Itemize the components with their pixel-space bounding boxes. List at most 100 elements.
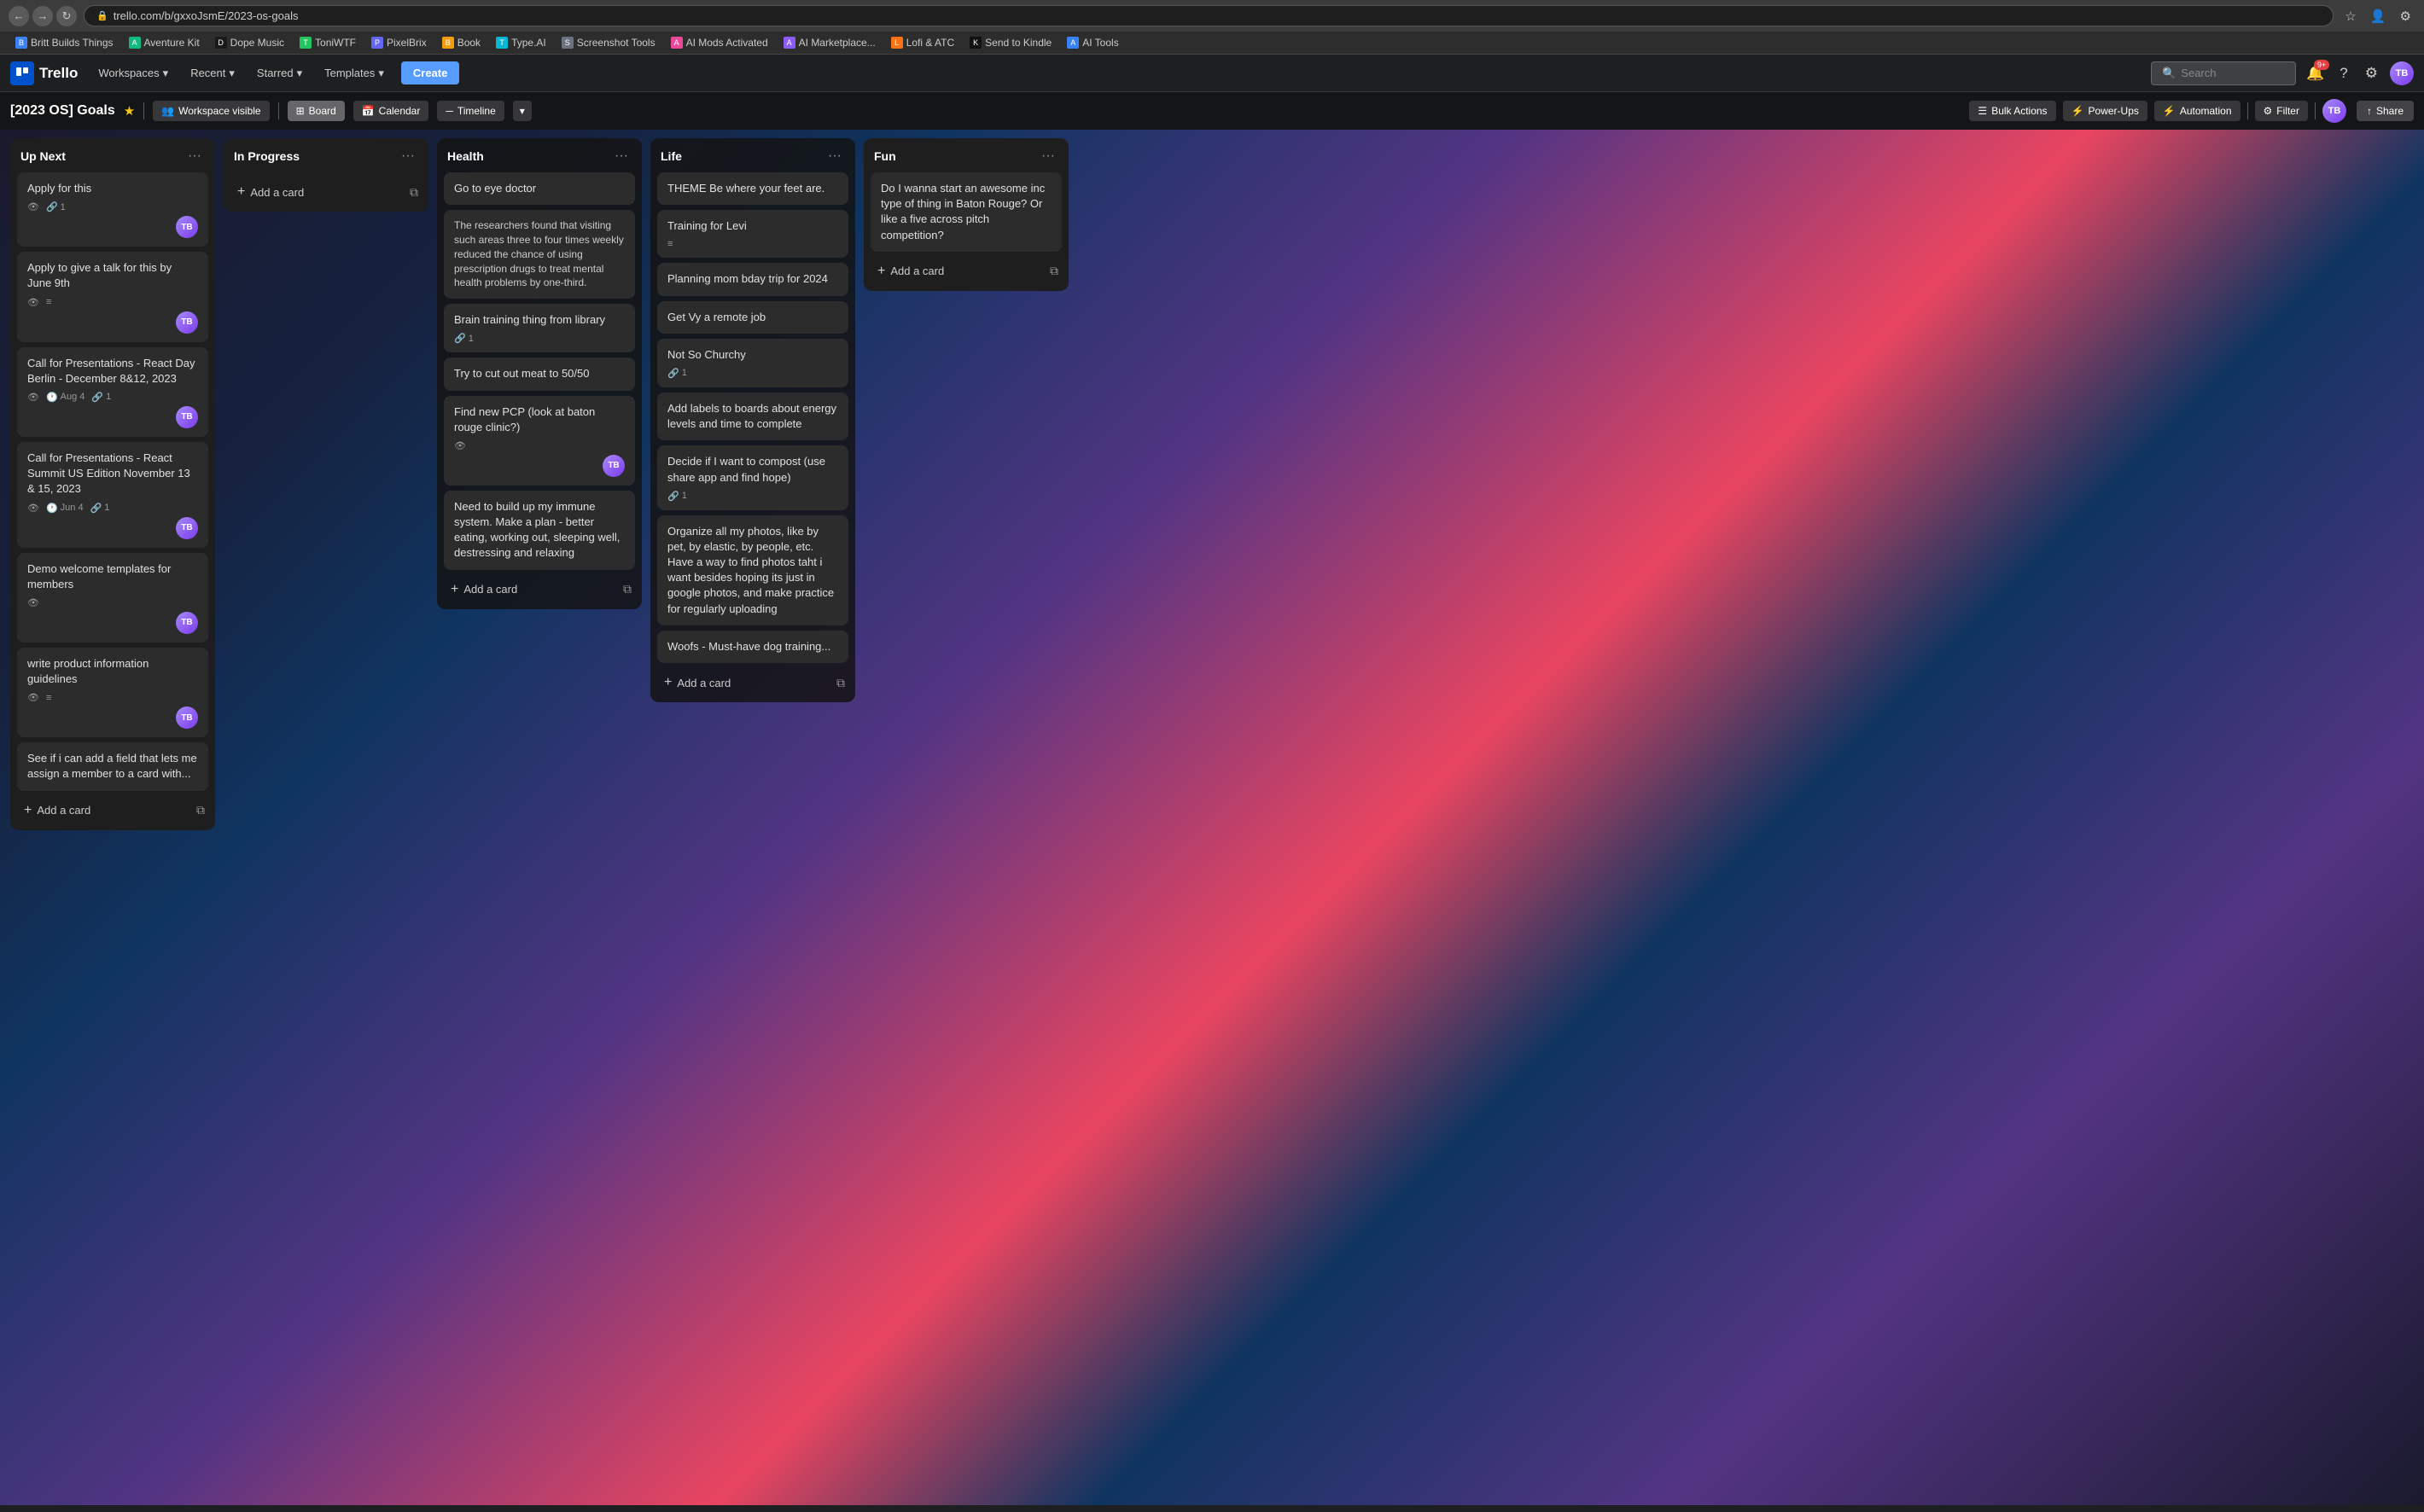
card-l2[interactable]: Training for Levi≡: [657, 210, 848, 258]
copy-list-button-fun[interactable]: ⧉: [1046, 260, 1062, 282]
workspaces-nav-button[interactable]: Workspaces ▾: [90, 63, 177, 84]
attachment-badge-c4: 🔗1: [90, 503, 110, 514]
card-c6[interactable]: write product information guidelines👁≡TB: [17, 648, 208, 737]
list-header-fun: Fun···: [864, 138, 1069, 172]
automation-button[interactable]: ⚡ Automation: [2154, 101, 2240, 121]
bookmark-item-2[interactable]: DDope Music: [208, 35, 291, 50]
back-button[interactable]: ←: [9, 6, 29, 26]
visibility-button[interactable]: 👥 Workspace visible: [153, 101, 269, 121]
add-card-button-up-next[interactable]: +Add a card: [17, 798, 193, 823]
card-h3[interactable]: Brain training thing from library🔗1: [444, 304, 635, 352]
card-h6[interactable]: Need to build up my immune system. Make …: [444, 491, 635, 570]
bookmark-item-6[interactable]: TType.AI: [489, 35, 553, 50]
bookmark-item-4[interactable]: PPixelBrix: [364, 35, 434, 50]
forward-button[interactable]: →: [32, 6, 53, 26]
list-title-up-next: Up Next: [20, 149, 66, 163]
board-title[interactable]: [2023 OS] Goals: [10, 103, 115, 119]
bookmark-item-11[interactable]: KSend to Kindle: [963, 35, 1058, 50]
card-h4[interactable]: Try to cut out meat to 50/50: [444, 358, 635, 390]
create-button[interactable]: Create: [401, 61, 459, 84]
list-menu-up-next[interactable]: ···: [184, 147, 205, 166]
list-menu-life[interactable]: ···: [825, 147, 845, 166]
card-l6[interactable]: Add labels to boards about energy levels…: [657, 393, 848, 440]
card-f1[interactable]: Do I wanna start an awesome inc type of …: [871, 172, 1062, 252]
more-views-button[interactable]: ▾: [513, 101, 532, 121]
bookmark-item-10[interactable]: LLofi & ATC: [884, 35, 961, 50]
card-l1[interactable]: THEME Be where your feet are.: [657, 172, 848, 205]
card-c2[interactable]: Apply to give a talk for this by June 9t…: [17, 252, 208, 341]
card-c3[interactable]: Call for Presentations - React Day Berli…: [17, 347, 208, 437]
card-c5[interactable]: Demo welcome templates for members👁TB: [17, 553, 208, 643]
card-l9[interactable]: Woofs - Must-have dog training...: [657, 631, 848, 663]
card-h1[interactable]: Go to eye doctor: [444, 172, 635, 205]
board-header: [2023 OS] Goals ★ 👥 Workspace visible ⊞ …: [0, 92, 2424, 130]
card-c4[interactable]: Call for Presentations - React Summit US…: [17, 442, 208, 548]
calendar-icon: 📅: [362, 105, 375, 117]
list-menu-in-progress[interactable]: ···: [398, 147, 418, 166]
bookmark-favicon-1: A: [129, 37, 141, 49]
bookmark-button[interactable]: ☆: [2340, 7, 2360, 26]
clock-badge-c4: 🕐Jun 4: [46, 503, 84, 514]
card-l5[interactable]: Not So Churchy🔗1: [657, 339, 848, 387]
card-l7[interactable]: Decide if I want to compost (use share a…: [657, 445, 848, 509]
help-button[interactable]: ?: [2334, 61, 2352, 85]
card-l8[interactable]: Organize all my photos, like by pet, by …: [657, 515, 848, 625]
power-ups-button[interactable]: ⚡ Power-Ups: [2063, 101, 2147, 121]
add-card-button-fun[interactable]: +Add a card: [871, 259, 1046, 284]
copy-list-button-life[interactable]: ⧉: [833, 672, 848, 694]
bookmark-item-1[interactable]: AAventure Kit: [122, 35, 207, 50]
user-avatar[interactable]: TB: [2390, 61, 2414, 85]
card-h2[interactable]: The researchers found that visiting such…: [444, 210, 635, 299]
extensions-button[interactable]: ⚙: [2396, 7, 2415, 26]
calendar-view-button[interactable]: 📅 Calendar: [353, 101, 429, 121]
starred-nav-button[interactable]: Starred ▾: [248, 63, 311, 84]
card-c7[interactable]: See if i can add a field that lets me as…: [17, 742, 208, 790]
board-header-right: ☰ Bulk Actions ⚡ Power-Ups ⚡ Automation …: [1969, 99, 2414, 123]
bookmark-item-3[interactable]: TToniWTF: [293, 35, 363, 50]
card-l4[interactable]: Get Vy a remote job: [657, 301, 848, 334]
board-user-avatar[interactable]: TB: [2322, 99, 2346, 123]
share-button[interactable]: ↑ Share: [2357, 101, 2414, 121]
bookmark-favicon-8: A: [671, 37, 683, 49]
bookmark-favicon-11: K: [970, 37, 982, 49]
bulk-actions-button[interactable]: ☰ Bulk Actions: [1969, 101, 2055, 121]
refresh-button[interactable]: ↻: [56, 6, 77, 26]
bookmark-item-12[interactable]: AAI Tools: [1060, 35, 1125, 50]
bookmark-label-0: Britt Builds Things: [31, 37, 114, 49]
trello-logo-icon[interactable]: [10, 61, 34, 85]
bookmark-item-8[interactable]: AAI Mods Activated: [664, 35, 775, 50]
copy-list-button-health[interactable]: ⧉: [620, 579, 635, 600]
timeline-view-button[interactable]: ─ Timeline: [437, 101, 504, 121]
recent-nav-button[interactable]: Recent ▾: [182, 63, 243, 84]
bookmark-item-0[interactable]: BBritt Builds Things: [9, 35, 120, 50]
board-view-button[interactable]: ⊞ Board: [288, 101, 345, 121]
templates-nav-button[interactable]: Templates ▾: [316, 63, 393, 84]
copy-list-button-up-next[interactable]: ⧉: [193, 800, 208, 821]
card-h5[interactable]: Find new PCP (look at baton rouge clinic…: [444, 396, 635, 486]
star-button[interactable]: ★: [124, 103, 135, 119]
filter-button[interactable]: ⚙ Filter: [2255, 101, 2308, 121]
bookmark-label-6: Type.AI: [511, 37, 546, 49]
card-c1[interactable]: Apply for this👁🔗1TB: [17, 172, 208, 247]
card-title-c6: write product information guidelines: [27, 656, 198, 687]
bookmark-item-9[interactable]: AAI Marketplace...: [777, 35, 883, 50]
card-avatar-c6: TB: [176, 707, 198, 729]
bookmark-item-5[interactable]: BBook: [435, 35, 487, 50]
settings-button[interactable]: ⚙: [2360, 61, 2383, 85]
copy-list-button-in-progress[interactable]: ⧉: [406, 182, 422, 203]
profile-button[interactable]: 👤: [2366, 7, 2391, 26]
bulk-icon: ☰: [1978, 105, 1987, 117]
card-title-c4: Call for Presentations - React Summit US…: [27, 451, 198, 497]
notification-button[interactable]: 🔔 9+: [2303, 61, 2328, 85]
add-card-button-life[interactable]: +Add a card: [657, 670, 833, 695]
list-title-health: Health: [447, 149, 484, 163]
list-menu-fun[interactable]: ···: [1038, 147, 1058, 166]
bookmark-favicon-9: A: [784, 37, 795, 49]
address-bar[interactable]: 🔒 trello.com/b/gxxoJsmE/2023-os-goals: [84, 5, 2334, 26]
search-box[interactable]: 🔍 Search: [2151, 61, 2296, 85]
bookmark-item-7[interactable]: SScreenshot Tools: [555, 35, 662, 50]
add-card-button-health[interactable]: +Add a card: [444, 577, 620, 602]
add-card-button-in-progress[interactable]: +Add a card: [230, 179, 406, 205]
list-menu-health[interactable]: ···: [611, 147, 632, 166]
card-l3[interactable]: Planning mom bday trip for 2024: [657, 263, 848, 295]
